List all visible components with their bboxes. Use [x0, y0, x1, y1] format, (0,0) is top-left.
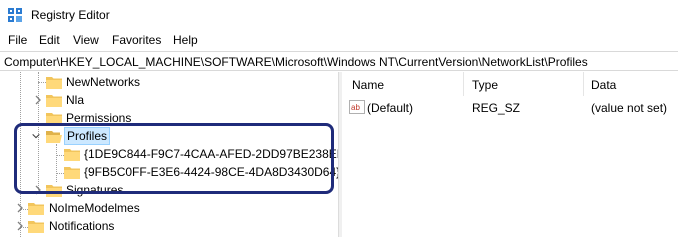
registry-editor-icon — [8, 8, 22, 22]
window-title: Registry Editor — [31, 8, 110, 22]
column-header-name[interactable]: Name — [352, 78, 384, 92]
title-bar: Registry Editor — [0, 0, 678, 30]
tree-item-noimemodelmes[interactable]: NoImeModelmes — [0, 199, 338, 217]
menu-edit[interactable]: Edit — [39, 33, 60, 47]
folder-icon — [46, 95, 62, 107]
column-divider[interactable] — [463, 72, 464, 96]
chevron-right-icon[interactable] — [15, 220, 25, 232]
menu-file[interactable]: File — [8, 33, 27, 47]
address-bar[interactable]: Computer\HKEY_LOCAL_MACHINE\SOFTWARE\Mic… — [0, 51, 678, 71]
tree-item-label: NoImeModelmes — [49, 201, 140, 215]
folder-icon — [46, 77, 62, 89]
menu-bar: File Edit View Favorites Help — [0, 30, 678, 50]
tree-item-label: NewNetworks — [66, 75, 141, 89]
column-divider[interactable] — [583, 72, 584, 96]
value-type: REG_SZ — [472, 101, 521, 115]
column-header-data[interactable]: Data — [591, 78, 616, 92]
column-header-type[interactable]: Type — [472, 78, 498, 92]
svg-text:ab: ab — [351, 103, 360, 112]
tree-item-notifications[interactable]: Notifications — [0, 217, 338, 235]
menu-favorites[interactable]: Favorites — [112, 33, 161, 47]
tree-item-newnetworks[interactable]: NewNetworks — [0, 73, 338, 91]
tree-item-nla[interactable]: Nla — [0, 91, 338, 109]
folder-icon — [28, 203, 44, 215]
tree-item-label: Notifications — [49, 219, 115, 233]
tree-item-label: Nla — [66, 93, 85, 107]
chevron-right-icon[interactable] — [33, 94, 43, 106]
string-value-icon: ab — [349, 100, 365, 114]
menu-view[interactable]: View — [73, 33, 99, 47]
menu-help[interactable]: Help — [173, 33, 198, 47]
folder-icon — [28, 221, 44, 233]
values-list-pane[interactable] — [342, 72, 678, 237]
chevron-right-icon[interactable] — [15, 202, 25, 214]
value-data: (value not set) — [591, 101, 668, 115]
address-path[interactable]: Computer\HKEY_LOCAL_MACHINE\SOFTWARE\Mic… — [4, 55, 588, 69]
value-name[interactable]: (Default) — [367, 101, 413, 115]
highlight-annotation-box — [14, 123, 334, 194]
